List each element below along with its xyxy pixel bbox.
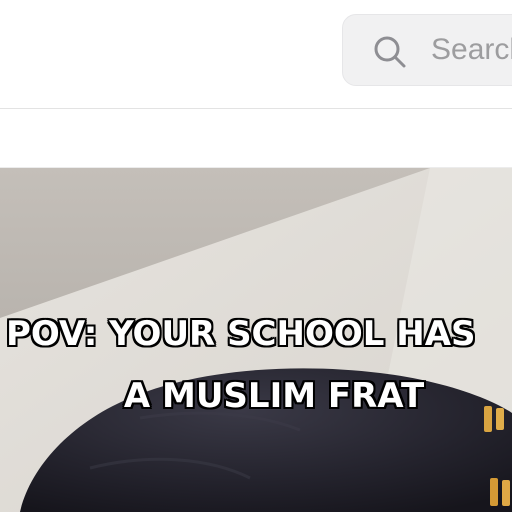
video-player[interactable]: POV: YOUR SCHOOL HAS A MUSLIM FRAT [0, 168, 512, 512]
search-placeholder: Search [431, 33, 512, 66]
search-input[interactable]: Search [342, 14, 512, 86]
top-bar: Search [0, 0, 512, 109]
video-caption-line-2: A MUSLIM FRAT [123, 376, 425, 416]
search-icon[interactable] [373, 35, 407, 69]
video-caption-line-1: POV: YOUR SCHOOL HAS [6, 314, 476, 354]
page: Search [0, 0, 512, 512]
sub-bar [0, 109, 512, 168]
